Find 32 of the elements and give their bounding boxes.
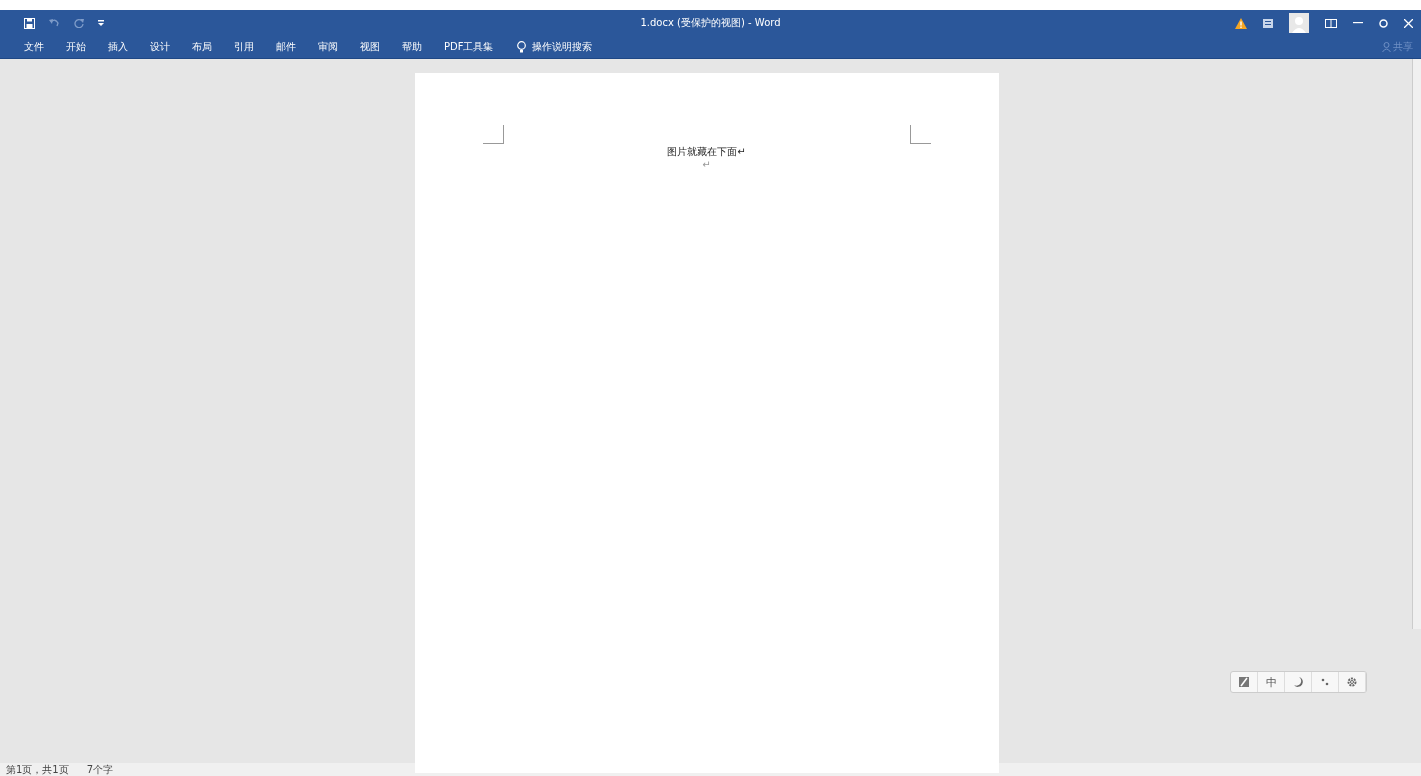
status-text: 第1页，共1页 (6, 763, 69, 776)
ribbon-options-icon[interactable] (1263, 18, 1273, 28)
warning-icon[interactable] (1235, 17, 1247, 29)
window-title: 1.docx (受保护的视图) - Word (640, 17, 781, 28)
crop-mark (482, 125, 504, 144)
undo-icon[interactable] (49, 18, 60, 28)
ime-mode-toggle[interactable]: 中 (1258, 672, 1285, 692)
ribbon-tab[interactable]: 设计 (142, 38, 178, 56)
customize-icon[interactable] (98, 20, 104, 26)
ribbon-tab[interactable]: 审阅 (310, 38, 346, 56)
status-text: 7个字 (86, 763, 114, 776)
save-icon[interactable] (24, 17, 35, 29)
close-icon[interactable] (1404, 18, 1413, 28)
reading-mode-icon[interactable] (1325, 18, 1337, 28)
document-paragraph: 图片就藏在下面↵ (667, 145, 746, 159)
ribbon-tab[interactable]: 布局 (184, 38, 220, 56)
ribbon-tab[interactable]: PDF工具集 (436, 38, 502, 56)
restore-icon[interactable] (1379, 18, 1388, 28)
ribbon-tab[interactable]: 视图 (352, 38, 388, 56)
ribbon-tab[interactable]: 开始 (58, 38, 94, 56)
ribbon-tab[interactable]: 文件 (16, 38, 52, 56)
scrollbar[interactable] (1412, 59, 1421, 629)
ribbon-tab[interactable]: 插入 (100, 38, 136, 56)
document-paragraph: ↵ (702, 159, 711, 171)
redo-icon[interactable] (74, 18, 84, 28)
ribbon-tab[interactable]: 引用 (226, 38, 262, 56)
ribbon-tab[interactable]: 帮助 (394, 38, 430, 56)
crop-mark (909, 125, 931, 144)
ribbon-tab[interactable]: 邮件 (268, 38, 304, 56)
lightbulb-icon[interactable] (517, 41, 527, 53)
tell-me-search[interactable]: 操作说明搜索 (532, 40, 593, 54)
minimize-icon[interactable] (1353, 22, 1363, 24)
